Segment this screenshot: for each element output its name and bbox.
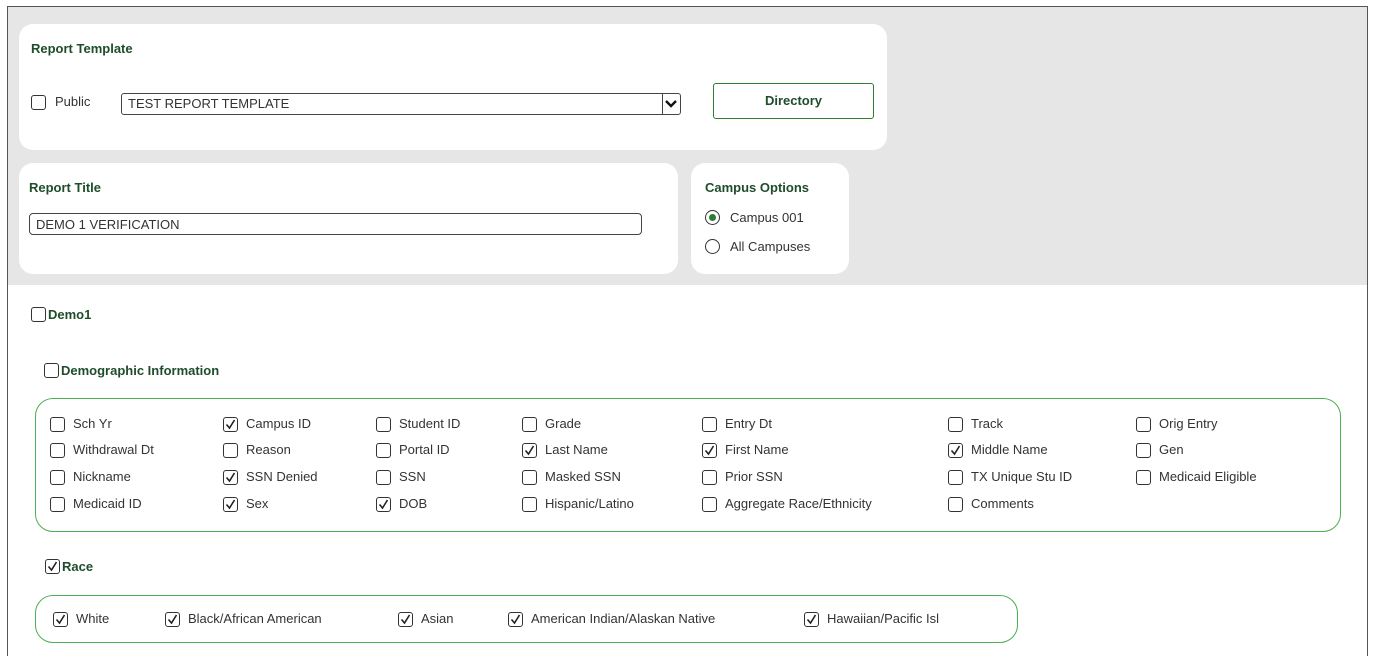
aggregate-race-ethnicity-label: Aggregate Race/Ethnicity: [725, 496, 872, 511]
portal-id-label: Portal ID: [399, 442, 450, 457]
track-checkbox[interactable]: [948, 417, 963, 432]
hispanic-latino-label: Hispanic/Latino: [545, 496, 634, 511]
masked-ssn-checkbox[interactable]: [522, 470, 537, 485]
reason-checkbox[interactable]: [223, 443, 238, 458]
ssn-label: SSN: [399, 469, 426, 484]
report-template-heading: Report Template: [31, 41, 133, 56]
campus-id-checkbox[interactable]: [223, 417, 238, 432]
medicaid-id-label: Medicaid ID: [73, 496, 142, 511]
middle-name-checkbox[interactable]: [948, 443, 963, 458]
first-name-checkbox[interactable]: [702, 443, 717, 458]
gen-label: Gen: [1159, 442, 1184, 457]
american-indian-alaskan-native-checkbox[interactable]: [508, 612, 523, 627]
report-title-input[interactable]: DEMO 1 VERIFICATION: [29, 213, 642, 235]
sex-label: Sex: [246, 496, 269, 511]
entry-dt-label: Entry Dt: [725, 416, 772, 431]
ssn-checkbox[interactable]: [376, 470, 391, 485]
public-label: Public: [55, 94, 91, 109]
hawaiian-pacific-isl-label: Hawaiian/Pacific Isl: [827, 611, 939, 626]
campus-001-radio[interactable]: [705, 210, 720, 225]
ssn-denied-checkbox[interactable]: [223, 470, 238, 485]
orig-entry-label: Orig Entry: [1159, 416, 1218, 431]
dob-checkbox[interactable]: [376, 497, 391, 512]
campus-001-label: Campus 001: [730, 210, 804, 225]
medicaid-id-checkbox[interactable]: [50, 497, 65, 512]
comments-label: Comments: [971, 496, 1034, 511]
hispanic-latino-checkbox[interactable]: [522, 497, 537, 512]
all-campuses-label: All Campuses: [730, 239, 811, 254]
middle-name-label: Middle Name: [971, 442, 1048, 457]
gen-checkbox[interactable]: [1136, 443, 1151, 458]
tx-unique-stu-id-checkbox[interactable]: [948, 470, 963, 485]
report-template-panel: Report Template Public TEST REPORT TEMPL…: [19, 24, 887, 150]
white-checkbox[interactable]: [53, 612, 68, 627]
hawaiian-pacific-isl-checkbox[interactable]: [804, 612, 819, 627]
track-label: Track: [971, 416, 1004, 431]
demo1-label: Demo1: [48, 307, 92, 322]
withdrawal-dt-label: Withdrawal Dt: [73, 442, 154, 457]
demo1-section: Demo1 Demographic Information Race Sch Y…: [8, 285, 1367, 656]
public-checkbox[interactable]: [31, 95, 46, 110]
orig-entry-checkbox[interactable]: [1136, 417, 1151, 432]
comments-checkbox[interactable]: [948, 497, 963, 512]
sch-yr-label: Sch Yr: [73, 416, 112, 431]
report-title-heading: Report Title: [29, 180, 101, 195]
report-frame: Report Template Public TEST REPORT TEMPL…: [7, 6, 1368, 656]
first-name-label: First Name: [725, 442, 789, 457]
race-checkbox[interactable]: [45, 559, 60, 574]
sex-checkbox[interactable]: [223, 497, 238, 512]
chevron-down-icon[interactable]: [662, 94, 680, 114]
entry-dt-checkbox[interactable]: [702, 417, 717, 432]
directory-button[interactable]: Directory: [713, 83, 874, 119]
report-template-select[interactable]: TEST REPORT TEMPLATE: [121, 93, 681, 115]
american-indian-alaskan-native-label: American Indian/Alaskan Native: [531, 611, 716, 626]
last-name-checkbox[interactable]: [522, 443, 537, 458]
all-campuses-radio[interactable]: [705, 239, 720, 254]
last-name-label: Last Name: [545, 442, 608, 457]
withdrawal-dt-checkbox[interactable]: [50, 443, 65, 458]
campus-options-panel: Campus Options Campus 001 All Campuses: [691, 163, 849, 274]
black-african-american-checkbox[interactable]: [165, 612, 180, 627]
portal-id-checkbox[interactable]: [376, 443, 391, 458]
report-template-selected-value: TEST REPORT TEMPLATE: [128, 96, 290, 111]
prior-ssn-checkbox[interactable]: [702, 470, 717, 485]
nickname-checkbox[interactable]: [50, 470, 65, 485]
aggregate-race-ethnicity-checkbox[interactable]: [702, 497, 717, 512]
grade-label: Grade: [545, 416, 582, 431]
demo1-checkbox[interactable]: [31, 307, 46, 322]
student-id-label: Student ID: [399, 416, 461, 431]
race-label: Race: [62, 559, 94, 574]
nickname-label: Nickname: [73, 469, 131, 484]
campus-id-label: Campus ID: [246, 416, 312, 431]
prior-ssn-label: Prior SSN: [725, 469, 783, 484]
tx-unique-stu-id-label: TX Unique Stu ID: [971, 469, 1073, 484]
medicaid-eligible-label: Medicaid Eligible: [1159, 469, 1257, 484]
demographic-information-checkbox[interactable]: [44, 363, 59, 378]
demographic-information-label: Demographic Information: [61, 363, 220, 378]
white-label: White: [76, 611, 110, 626]
report-title-value: DEMO 1 VERIFICATION: [36, 217, 180, 232]
masked-ssn-label: Masked SSN: [545, 469, 621, 484]
reason-label: Reason: [246, 442, 291, 457]
asian-checkbox[interactable]: [398, 612, 413, 627]
medicaid-eligible-checkbox[interactable]: [1136, 470, 1151, 485]
sch-yr-checkbox[interactable]: [50, 417, 65, 432]
report-title-panel: Report Title DEMO 1 VERIFICATION: [19, 163, 678, 274]
black-african-american-label: Black/African American: [188, 611, 322, 626]
asian-label: Asian: [421, 611, 454, 626]
campus-options-heading: Campus Options: [705, 180, 810, 195]
dob-label: DOB: [399, 496, 428, 511]
ssn-denied-label: SSN Denied: [246, 469, 318, 484]
grade-checkbox[interactable]: [522, 417, 537, 432]
student-id-checkbox[interactable]: [376, 417, 391, 432]
